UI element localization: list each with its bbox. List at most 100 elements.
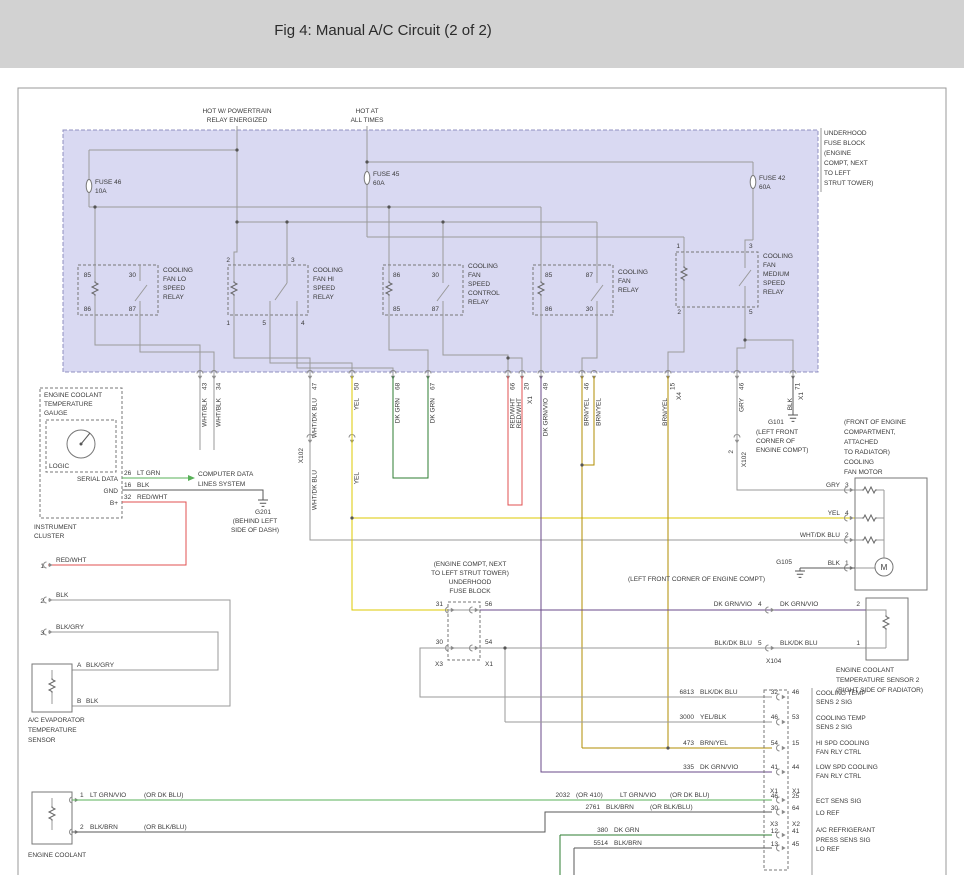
relay-pin: 85 <box>84 272 92 279</box>
sensor-name: ENGINE COOLANT <box>28 852 86 859</box>
figure-page: Fig 4: Manual A/C Circuit (2 of 2) HOT W… <box>0 0 964 875</box>
wire-color-label: GRY <box>739 397 746 412</box>
cavity-pin: 20 <box>524 382 531 390</box>
motor-m: M <box>881 563 888 572</box>
relay-label: MEDIUM <box>763 271 789 278</box>
relay-pin: 85 <box>545 272 553 279</box>
ground-name: G105 <box>776 559 792 566</box>
cavity-pin: 47 <box>312 382 319 390</box>
gauge-label: TEMPERATURE <box>44 401 93 408</box>
relay-label: SPEED <box>763 280 785 287</box>
bplus-label: B+ <box>110 500 118 507</box>
cluster-pin: 26 <box>124 470 132 477</box>
relay-label: FAN HI <box>313 276 334 283</box>
relay-pin: 87 <box>586 272 594 279</box>
underhood-fuse-block: HOT W/ POWERTRAIN RELAY ENERGIZED HOT AT… <box>63 108 873 376</box>
relay-pin: 30 <box>432 272 440 279</box>
wire-color-alt: (OR BLK/BLU) <box>650 804 693 811</box>
wire-color-label: WHT/DK BLU <box>312 470 319 510</box>
connector-id: X2 <box>792 821 800 828</box>
circuit-number: 3000 <box>680 714 695 721</box>
cavity-pin: 54 <box>485 639 493 646</box>
module-pin: 41 <box>792 828 800 835</box>
cooling-fan-motor: (FRONT OF ENGINE COMPARTMENT, ATTACHED T… <box>800 419 927 590</box>
cavity-pin: 56 <box>485 601 493 608</box>
relay-label: SPEED <box>313 285 335 292</box>
fuse-name: FUSE 46 <box>95 179 122 186</box>
ground-location: SIDE OF DASH) <box>231 527 279 534</box>
module-pin: 64 <box>792 805 800 812</box>
motor-location: (FRONT OF ENGINE <box>844 419 907 426</box>
circuit-number: 2032 <box>556 792 571 799</box>
serial-data-label: SERIAL DATA <box>77 476 119 483</box>
module-pin: 46 <box>792 689 800 696</box>
relay-label: RELAY <box>163 294 184 301</box>
wire-color-label: BLK/BRN <box>606 804 634 811</box>
wire-color-label: BLK <box>137 482 150 489</box>
sensor-name: A/C EVAPORATOR <box>28 717 85 724</box>
cluster-pin: 32 <box>124 494 132 501</box>
relay-pin: 86 <box>84 306 92 313</box>
motor-location: FAN MOTOR <box>844 469 883 476</box>
cavity-pin: 1 <box>856 640 860 647</box>
block-label: COMPT, NEXT <box>824 160 868 167</box>
connector-id: X4 <box>676 392 683 400</box>
block-label: TO LEFT <box>824 170 851 177</box>
sensor-pin: 1 <box>80 792 84 799</box>
cavity-pin: 15 <box>670 382 677 390</box>
feed-label: HOT W/ POWERTRAIN <box>202 108 271 115</box>
relay-pin: 4 <box>301 320 305 327</box>
cavity-pin: 46 <box>739 382 746 390</box>
motor-location: COMPARTMENT, <box>844 429 896 436</box>
ground-g101: G101 (LEFT FRONT CORNER OF ENGINE COMPT) <box>756 412 808 454</box>
cavity-pin: 2 <box>856 601 860 608</box>
block-label: TO LEFT STRUT TOWER) <box>431 570 509 577</box>
cavity-pin: 13 <box>771 841 779 848</box>
wire-color-alt: (OR BLK/BLU) <box>144 824 187 831</box>
cavity-pin: 30 <box>771 805 779 812</box>
cavity-pin: 50 <box>354 382 361 390</box>
wire-color-label: BRN/YEL <box>596 398 603 426</box>
relay-label: COOLING <box>313 267 343 274</box>
ground-name: G101 <box>768 419 784 426</box>
wire-color-label: LT GRN <box>137 470 161 477</box>
feed-label: ALL TIMES <box>351 117 385 124</box>
block-label: (ENGINE <box>824 150 852 157</box>
relay-label: FAN <box>763 262 776 269</box>
cavity-pin: 32 <box>771 689 779 696</box>
relay-pin: 87 <box>432 306 440 313</box>
circuit-function: SENS 2 SIG <box>816 724 852 731</box>
fuse-name: FUSE 42 <box>759 175 786 182</box>
block-exit-connectors: 43 34 47 50 68 67 66 20 49 46 15 46 71 X… <box>197 371 805 511</box>
cavity-pin: 66 <box>510 382 517 390</box>
ground-location: (LEFT FRONT CORNER OF ENGINE COMPT) <box>628 576 765 583</box>
wire-color-label: DK GRN <box>395 398 402 424</box>
cavity-pin: 3 <box>40 630 44 637</box>
ground-location: ENGINE COMPT) <box>756 447 808 454</box>
wire-color-label: BRN/YEL <box>584 398 591 426</box>
circuit-function: COOLING TEMP <box>816 715 866 722</box>
block-label: (ENGINE COMPT, NEXT <box>434 561 507 568</box>
wire-color-label: YEL <box>354 398 361 411</box>
fuse-rating: 60A <box>759 184 771 191</box>
wire-color-label: WHT/DK BLU <box>800 532 840 539</box>
circuit-function: SENS 2 SIG <box>816 699 852 706</box>
sensor-name: ENGINE COOLANT <box>836 667 894 674</box>
module-pin: 44 <box>792 764 800 771</box>
block-label: FUSE BLOCK <box>824 140 866 147</box>
relay-pin: 86 <box>545 306 553 313</box>
cavity-pin: 2 <box>728 450 735 454</box>
wire-color-label: BLK <box>56 592 69 599</box>
relay-label: RELAY <box>313 294 334 301</box>
wire-color-label: BLK <box>86 698 99 705</box>
connector-id: X102 <box>298 448 305 464</box>
fuse-rating: 60A <box>373 180 385 187</box>
fuse-name: FUSE 45 <box>373 171 400 178</box>
wire-color-label: BLK/BRN <box>614 840 642 847</box>
motor-location: TO RADIATOR) <box>844 449 890 456</box>
underhood-block-label: UNDERHOOD FUSE BLOCK (ENGINE COMPT, NEXT… <box>821 128 873 192</box>
ground-g105: G105 (LEFT FRONT CORNER OF ENGINE COMPT) <box>628 559 855 583</box>
circuit-number: 6813 <box>680 689 695 696</box>
sensor-pin: 2 <box>80 824 84 831</box>
wire-color-label: DK GRN/VIO <box>543 398 550 436</box>
